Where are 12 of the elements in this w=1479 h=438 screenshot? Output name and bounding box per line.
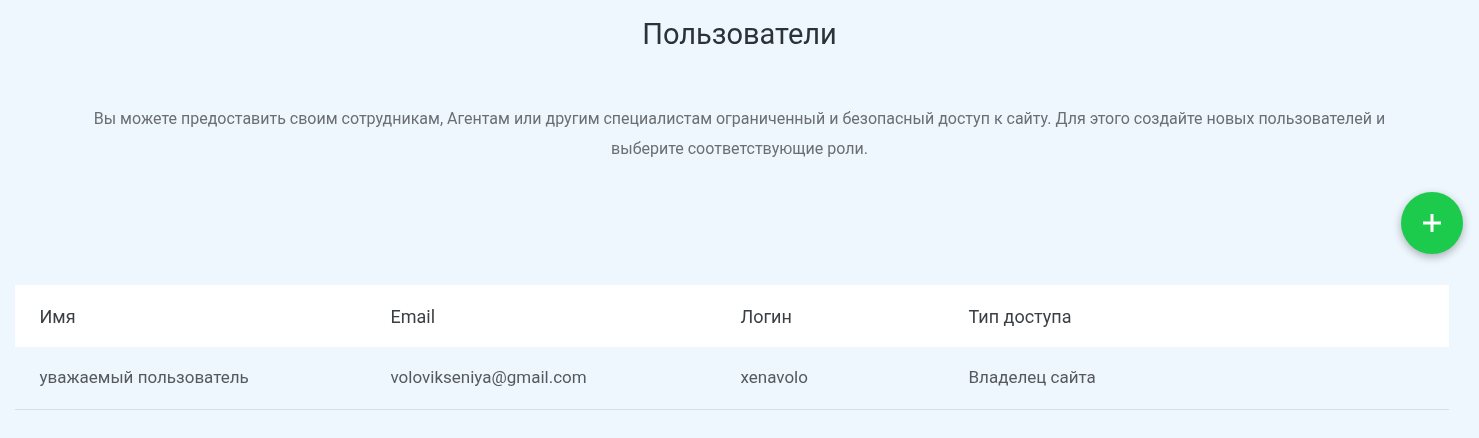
column-header: Имя: [39, 305, 76, 327]
column-header: Email: [390, 305, 436, 327]
description-text: Вы можете предоставить своим сотрудникам, Агентам или другим специалистам ограниченный и безопасный доступ к сайту. Для этого создайте новых пользователей и выберите соответствующие роли.: [92, 108, 1387, 160]
table-cell: Владелец сайта: [968, 367, 1096, 388]
column-header: Логин: [740, 305, 792, 327]
add-button[interactable]: [1401, 192, 1463, 254]
table-cell: уважаемый пользователь: [39, 367, 249, 388]
page-title: Пользователи: [642, 16, 837, 53]
plus-icon: [1422, 213, 1442, 233]
table-cell: xenavolo: [740, 367, 808, 388]
table-cell: volovikseniya@gmail.com: [390, 367, 587, 388]
column-header: Тип доступа: [968, 305, 1072, 327]
